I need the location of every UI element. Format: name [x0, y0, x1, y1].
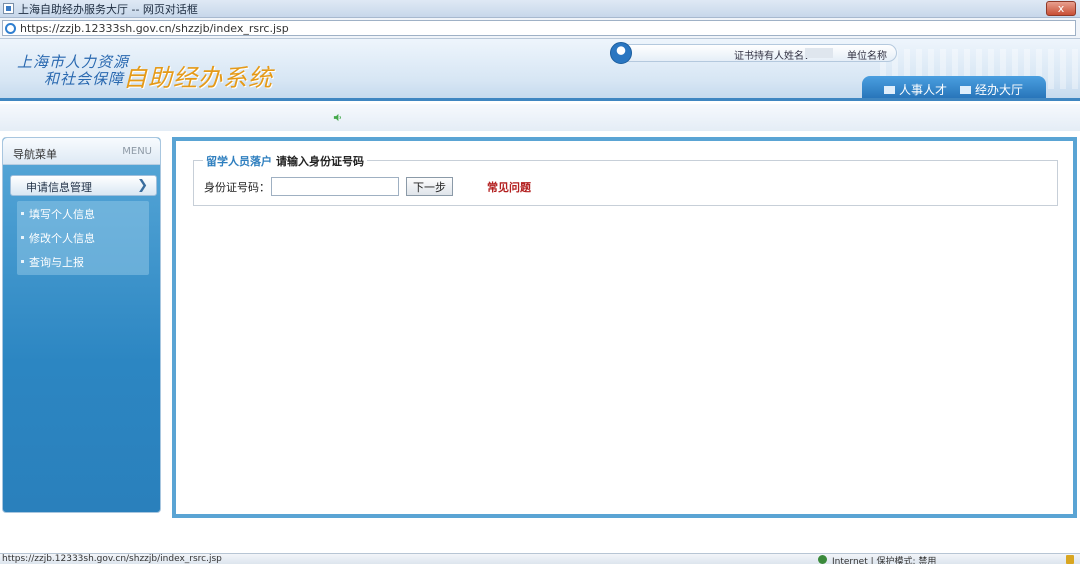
- building-icon: [960, 86, 971, 94]
- chevron-right-icon: ❯: [137, 178, 148, 193]
- tab-personnel-talent[interactable]: 人事人才: [884, 81, 947, 98]
- main-content: 留学人员落户 请输入身份证号码 身份证号码： 下一步 常见问题: [172, 137, 1077, 518]
- lock-icon: [1066, 555, 1074, 564]
- holder-name-value: [805, 48, 833, 58]
- status-url: https://zzjb.12333sh.gov.cn/shzzjb/index…: [2, 554, 222, 564]
- url-field[interactable]: https://zzjb.12333sh.gov.cn/shzzjb/index…: [2, 20, 1076, 36]
- tab-label: 经办大厅: [975, 83, 1024, 97]
- sidebar-menu-label: MENU: [122, 146, 152, 157]
- sidebar-item-label: 修改个人信息: [29, 232, 95, 245]
- status-bar: https://zzjb.12333sh.gov.cn/shzzjb/index…: [0, 553, 1080, 564]
- app-icon: [3, 3, 14, 14]
- sidebar-item-label: 申请信息管理: [26, 181, 92, 194]
- holder-name-label: 证书持有人姓名：: [734, 51, 814, 62]
- legend-prompt: 请输入身份证号码: [276, 155, 364, 168]
- sidebar-item-edit-info[interactable]: 修改个人信息: [21, 230, 95, 246]
- id-number-input[interactable]: [271, 177, 399, 196]
- fieldset-legend: 留学人员落户 请输入身份证号码: [203, 153, 367, 169]
- window-titlebar: 上海自助经办服务大厅 -- 网页对话框 x: [0, 0, 1080, 18]
- sidebar-item-fill-info[interactable]: 填写个人信息: [21, 206, 95, 222]
- faq-link[interactable]: 常见问题: [487, 179, 531, 195]
- window-title: 上海自助经办服务大厅 -- 网页对话框: [18, 3, 198, 16]
- browser-icon: [5, 23, 16, 34]
- top-nav-tabs: 人事人才 经办大厅: [862, 76, 1046, 98]
- tab-label: 人事人才: [899, 83, 948, 97]
- sub-bar: [0, 104, 1080, 131]
- sidebar-header: 导航菜单 MENU: [3, 138, 160, 165]
- system-name: 自助经办系统: [123, 64, 273, 92]
- sidebar-title: 导航菜单: [13, 148, 57, 161]
- sidebar-item-label: 填写个人信息: [29, 208, 95, 221]
- legend-title: 留学人员落户: [206, 155, 272, 168]
- security-zone: Internet | 保护模式: 禁用: [832, 557, 937, 564]
- logo-text-line2: 和社会保障: [44, 70, 125, 88]
- sidebar-item-label: 查询与上报: [29, 256, 84, 269]
- user-info-bar: 证书持有人姓名： 单位名称: [610, 42, 897, 64]
- sidebar-item-query-report[interactable]: 查询与上报: [21, 254, 84, 270]
- sidebar-submenu: 填写个人信息 修改个人信息 查询与上报: [17, 201, 149, 275]
- tab-service-hall[interactable]: 经办大厅: [960, 81, 1023, 98]
- window-close-button[interactable]: x: [1046, 1, 1076, 16]
- site-header: 上海市人力资源 和社会保障 自助经办系统 证书持有人姓名： 单位名称 人事人才 …: [0, 39, 1080, 101]
- bullet-icon: [21, 260, 24, 263]
- sidebar-item-application-management[interactable]: 申请信息管理 ❯: [10, 175, 157, 196]
- address-bar: https://zzjb.12333sh.gov.cn/shzzjb/index…: [0, 18, 1080, 39]
- url-text: https://zzjb.12333sh.gov.cn/shzzjb/index…: [20, 22, 289, 35]
- id-entry-fieldset: 留学人员落户 请输入身份证号码 身份证号码： 下一步 常见问题: [193, 153, 1058, 206]
- globe-icon: [818, 555, 827, 564]
- sidebar: 导航菜单 MENU 申请信息管理 ❯ 填写个人信息 修改个人信息 查询与上报: [2, 137, 161, 513]
- next-step-button[interactable]: 下一步: [406, 177, 453, 196]
- bullet-icon: [21, 236, 24, 239]
- bullet-icon: [21, 212, 24, 215]
- unit-name-label: 单位名称: [847, 51, 887, 62]
- id-number-label: 身份证号码：: [204, 181, 270, 194]
- document-icon: [884, 86, 895, 94]
- speaker-icon[interactable]: [333, 113, 342, 122]
- user-avatar-icon: [610, 42, 632, 64]
